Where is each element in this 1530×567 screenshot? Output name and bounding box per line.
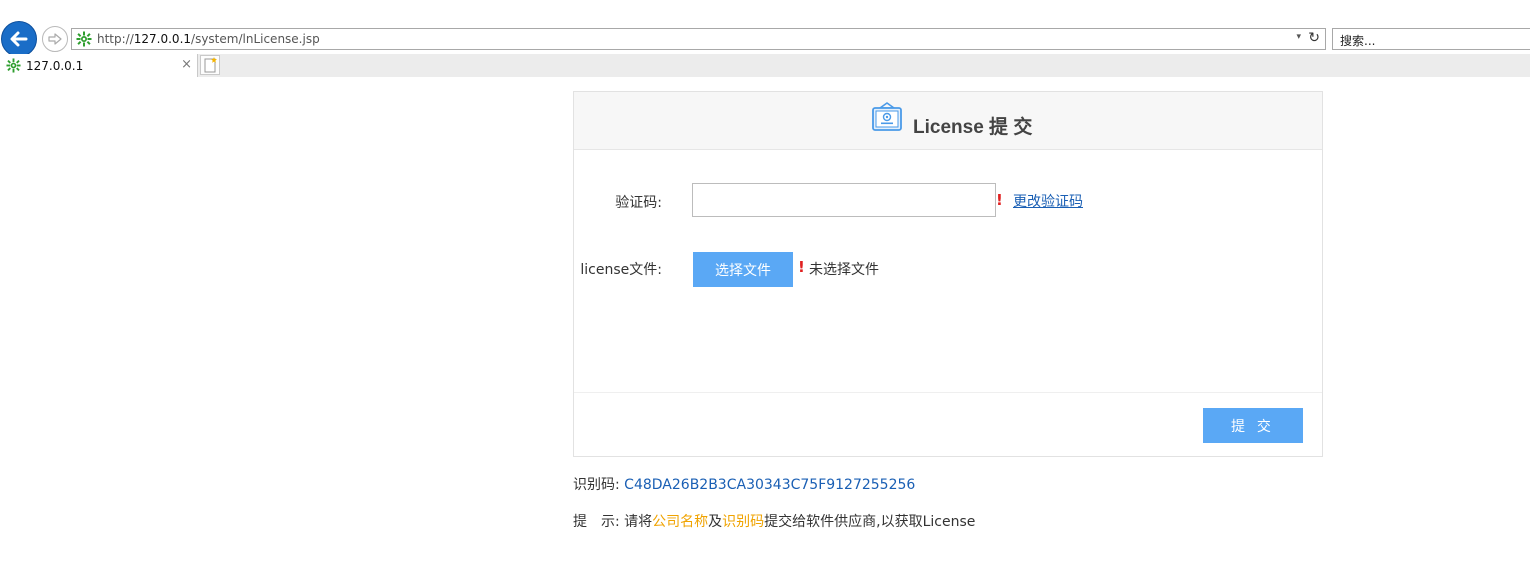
search-box[interactable]: 搜索... (1332, 28, 1530, 50)
captcha-required-mark: ! (996, 191, 1003, 209)
site-favicon-icon (76, 31, 92, 47)
arrow-right-icon (48, 33, 62, 45)
address-dropdown-icon[interactable]: ▾ (1296, 32, 1301, 42)
url-path: /system/lnLicense.jsp (191, 32, 320, 46)
license-required-mark: ! (798, 258, 805, 276)
captcha-label: 验证码: (615, 195, 662, 211)
panel-header: License 提 交 (574, 92, 1322, 150)
browser-chrome: http://127.0.0.1/system/lnLicense.jsp ▾ … (0, 0, 1530, 77)
certificate-icon (872, 102, 902, 131)
tab-bar: 127.0.0.1 × (0, 54, 1530, 77)
url-text[interactable]: http://127.0.0.1/system/lnLicense.jsp (97, 32, 320, 46)
tip-text-part3: 提交给软件供应商,以获取License (764, 514, 976, 530)
address-bar[interactable]: http://127.0.0.1/system/lnLicense.jsp ▾ … (71, 28, 1326, 50)
tip-text-part2: 及 (708, 514, 723, 530)
license-panel: License 提 交 验证码: ! 更改验证码 license文件: 选择文件… (573, 91, 1323, 457)
choose-file-button[interactable]: 选择文件 (693, 252, 793, 287)
tab-title: 127.0.0.1 (26, 59, 84, 73)
url-host: 127.0.0.1 (133, 32, 192, 46)
tab-favicon-icon (6, 58, 21, 73)
captcha-input[interactable] (692, 183, 996, 217)
forward-button[interactable] (42, 26, 68, 52)
arrow-left-icon (10, 31, 28, 47)
identification-code-line: 识别码: C48DA26B2B3CA30343C75F9127255256 (573, 474, 915, 494)
tip-highlight-company-name: 公司名称 (652, 514, 709, 530)
idcode-value: C48DA26B2B3CA30343C75F9127255256 (624, 477, 916, 493)
panel-footer-divider (574, 392, 1322, 393)
back-button[interactable] (1, 21, 37, 57)
new-tab-icon (204, 57, 217, 73)
url-prefix: http:// (97, 32, 134, 46)
tip-label: 提 示: (573, 514, 625, 530)
license-file-label: license文件: (580, 262, 662, 278)
submit-button[interactable]: 提 交 (1203, 408, 1303, 443)
tab-close-icon[interactable]: × (181, 57, 192, 72)
refresh-icon[interactable]: ↻ (1308, 30, 1320, 46)
tip-highlight-idcode: 识别码 (722, 514, 765, 530)
change-captcha-link[interactable]: 更改验证码 (1013, 191, 1083, 211)
panel-title: License 提 交 (913, 117, 1033, 138)
tab-active[interactable]: 127.0.0.1 × (0, 54, 198, 77)
tip-line: 提 示: 请将公司名称及识别码提交给软件供应商,以获取License (573, 511, 975, 531)
idcode-label: 识别码: (573, 477, 625, 493)
no-file-selected-text: 未选择文件 (809, 262, 879, 278)
search-placeholder: 搜索... (1340, 34, 1376, 48)
tip-text-part1: 请将 (624, 514, 653, 530)
new-tab-button[interactable] (200, 55, 220, 75)
